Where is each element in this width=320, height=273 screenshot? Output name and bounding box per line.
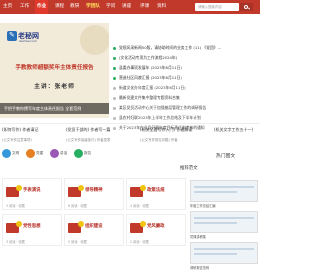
news-item[interactable]: 县农村妇联2023年上半年工作总结及下半年计划 bbox=[113, 113, 260, 122]
card-meta: 5 阅读 · 收藏 bbox=[68, 240, 87, 244]
news-item[interactable]: 某区党员活动中心关于加强基层管理工作的调研报告 bbox=[113, 103, 260, 112]
card-badge-icon bbox=[6, 221, 23, 234]
category-icon[interactable] bbox=[74, 149, 83, 158]
card-title: 政策法规 bbox=[147, 188, 165, 193]
bullet-icon bbox=[113, 86, 116, 90]
site-logo-icon bbox=[7, 31, 17, 41]
category-label: 文明 bbox=[12, 151, 20, 155]
thumb-label: 党课讲稿集 bbox=[190, 235, 206, 239]
topic-link[interactable]: (机关全面写作入门) 作者解读 bbox=[140, 127, 192, 133]
banner-headline: 手教教师超额奖年主体责任报告 bbox=[15, 65, 94, 71]
card-title: 党风廉政 bbox=[147, 224, 165, 229]
nav-item-research[interactable]: 教研 bbox=[70, 0, 79, 14]
nav-item-materials[interactable]: 资料 bbox=[157, 0, 166, 14]
thumb-label: 年度工作总结汇编 bbox=[190, 204, 216, 208]
nav-item-team[interactable]: 学团队 bbox=[86, 0, 100, 14]
section-label: 推荐范文 bbox=[180, 166, 198, 171]
topic-sub: (公文写作高级技巧) 作者发表 bbox=[66, 138, 111, 142]
thumb-label: 调研报告范例 bbox=[190, 266, 210, 270]
bullet-icon bbox=[113, 96, 116, 100]
section-divider bbox=[0, 123, 260, 124]
category-card[interactable]: 领导精神 6 阅读 · 收藏 bbox=[64, 178, 124, 210]
bullet-icon bbox=[113, 66, 116, 70]
hero-banner[interactable]: 老秘网 laomiw.com 手教教师超额奖年主体责任报告 主讲：张老师 手把手… bbox=[0, 23, 109, 118]
topic-sub: (公文写作注意事项) bbox=[2, 138, 32, 142]
category-card[interactable]: 党风廉政 2 阅读 · 收藏 bbox=[126, 214, 186, 246]
topics-strip: (如何写作) 作者请记 (公文写作注意事项) (党员干部的) 作者写一篇 (公文… bbox=[0, 126, 260, 144]
card-meta: 3 阅读 · 收藏 bbox=[6, 240, 25, 244]
card-badge-icon bbox=[68, 221, 85, 234]
category-card[interactable]: 党性思想 3 阅读 · 收藏 bbox=[2, 214, 62, 246]
topic-link[interactable]: (如何写作) 作者请记 bbox=[2, 127, 38, 133]
news-item[interactable]: 营造社区风貌汇报 (2023年6月11日) bbox=[113, 73, 260, 82]
category-label: 党建 bbox=[36, 151, 44, 155]
nav-item-work[interactable]: 工作 bbox=[20, 0, 29, 14]
category-icon[interactable] bbox=[2, 149, 11, 158]
news-item[interactable]: (文化活动专项为工作流程2024年) bbox=[113, 53, 260, 62]
category-icon[interactable] bbox=[50, 149, 59, 158]
bullet-icon bbox=[113, 56, 116, 60]
banner-caption[interactable]: 手把手教你撰写年度主体责任报告 全套范例 bbox=[0, 103, 109, 114]
news-item[interactable]: 县委办事项发展年 (2023年6月11日) bbox=[113, 63, 260, 72]
category-label: 讲话 bbox=[60, 151, 68, 155]
nav-item-course[interactable]: 课程 bbox=[55, 0, 64, 14]
nav-item-homework[interactable]: 作业 bbox=[35, 0, 49, 14]
card-badge-icon bbox=[6, 185, 23, 198]
sidebar-thumb[interactable] bbox=[190, 180, 258, 202]
card-meta: 2 阅读 · 收藏 bbox=[130, 240, 149, 244]
bullet-icon bbox=[113, 76, 116, 80]
card-title: 手表演说 bbox=[23, 188, 41, 193]
nav-item-home[interactable]: 主页 bbox=[3, 0, 12, 14]
card-title: 党性思想 bbox=[23, 224, 41, 229]
banner-speaker: 主讲：张老师 bbox=[34, 84, 75, 90]
category-card[interactable]: 政策法规 4 阅读 · 收藏 bbox=[126, 178, 186, 210]
nav-item-lecture[interactable]: 讲座 bbox=[122, 0, 131, 14]
bullet-icon bbox=[113, 46, 116, 50]
search-input[interactable]: 请输入搜索内容 bbox=[195, 3, 239, 11]
card-badge-icon bbox=[130, 221, 147, 234]
category-circles: 文明 党建 讲话 报告 bbox=[0, 149, 210, 164]
sidebar-title: 热门图文 bbox=[216, 154, 236, 159]
search-button[interactable] bbox=[240, 3, 253, 11]
sidebar-thumb[interactable] bbox=[190, 242, 258, 264]
card-meta: 6 阅读 · 收藏 bbox=[68, 204, 87, 208]
topic-link[interactable]: (党员干部的) 作者写一篇 bbox=[66, 127, 110, 133]
card-badge-icon bbox=[68, 185, 85, 198]
bullet-icon bbox=[113, 116, 116, 120]
card-badge-icon bbox=[130, 185, 147, 198]
category-icon[interactable] bbox=[26, 149, 35, 158]
card-meta: 4 阅读 · 收藏 bbox=[130, 204, 149, 208]
news-item[interactable]: 党规风采新闻50版，请协助时间的业务工作 (11) 《党团》... bbox=[113, 43, 260, 52]
logo-url: laomiw.com bbox=[19, 39, 37, 43]
news-item[interactable]: 最新党建文件集中整理专题资料合集 bbox=[113, 93, 260, 102]
news-item[interactable]: 街道文化办年度汇报 (2023年6月11日) bbox=[113, 83, 260, 92]
card-title: 组织建设 bbox=[85, 224, 103, 229]
topic-link[interactable]: (机关文字工作五十一) bbox=[214, 127, 253, 133]
top-nav: 主页 工作 作业 课程 教研 学团队 学问 讲座 评课 资料 请输入搜索内容 bbox=[0, 0, 260, 14]
category-label: 报告 bbox=[84, 151, 92, 155]
card-title: 领导精神 bbox=[85, 188, 103, 193]
nav-item-question[interactable]: 学问 bbox=[106, 0, 115, 14]
topic-sub: (公文写作常见问题) 作者 bbox=[140, 138, 178, 142]
category-card[interactable]: 手表演说 3 阅读 · 收藏 bbox=[2, 178, 62, 210]
card-meta: 3 阅读 · 收藏 bbox=[6, 204, 25, 208]
banner-decoration bbox=[80, 25, 109, 55]
category-card[interactable]: 组织建设 5 阅读 · 收藏 bbox=[64, 214, 124, 246]
sidebar-thumb[interactable] bbox=[190, 211, 258, 233]
nav-item-review[interactable]: 评课 bbox=[140, 0, 149, 14]
bullet-icon bbox=[113, 106, 116, 110]
